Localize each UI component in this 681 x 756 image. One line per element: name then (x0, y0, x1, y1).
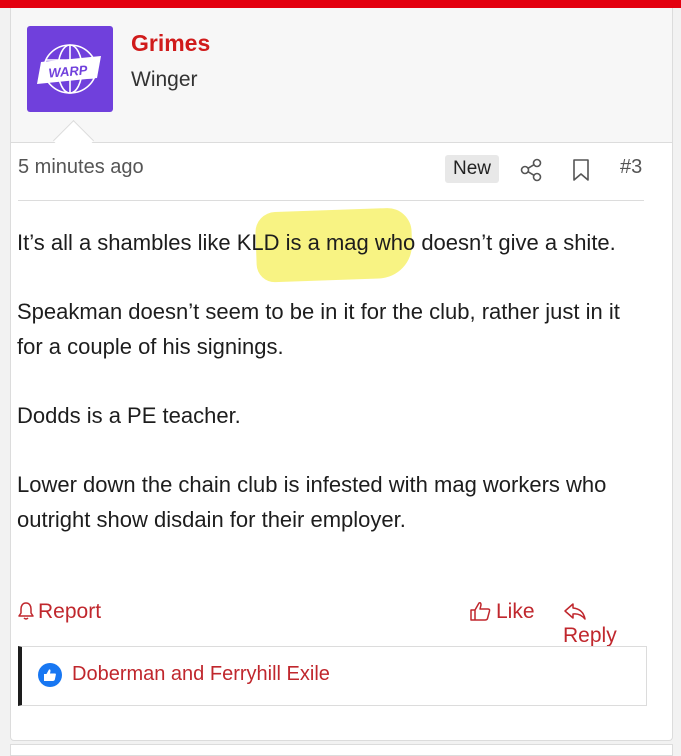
meta-divider (18, 200, 644, 201)
thumbs-up-icon (470, 602, 491, 621)
new-badge: New (445, 155, 500, 183)
post-paragraph: It’s all a shambles like KLD is a mag wh… (17, 230, 616, 255)
post-actions: Report Like Reply (18, 598, 644, 647)
reaction-users[interactable]: Doberman and Ferryhill Exile (72, 663, 330, 686)
share-icon[interactable] (520, 158, 542, 187)
post-paragraph: Dodds is a PE teacher. (17, 403, 241, 428)
warp-logo: WARP (37, 44, 101, 94)
top-accent-bar (0, 0, 681, 8)
reply-label: Reply (563, 624, 617, 647)
post-paragraph: Lower down the chain club is infested wi… (17, 472, 607, 532)
reply-icon (564, 603, 586, 620)
next-post-card-edge (10, 744, 673, 756)
reply-button[interactable]: Reply (563, 598, 644, 648)
username[interactable]: Grimes (131, 30, 210, 57)
post-number-link[interactable]: #3 (620, 156, 642, 179)
like-label: Like (496, 600, 535, 623)
like-reaction-icon (38, 663, 62, 687)
user-title: Winger (131, 68, 198, 91)
post-timestamp[interactable]: 5 minutes ago (18, 156, 144, 179)
report-button[interactable]: Report (18, 598, 101, 624)
avatar[interactable]: WARP (27, 26, 113, 112)
like-button[interactable]: Like (470, 598, 535, 624)
reactions-bar[interactable]: Doberman and Ferryhill Exile (18, 646, 647, 706)
bell-icon (18, 602, 34, 620)
post-paragraph: Speakman doesn’t seem to be in it for th… (17, 299, 620, 359)
user-info-panel: WARP Grimes Winger (11, 8, 672, 143)
post-body: It’s all a shambles like KLD is a mag wh… (17, 225, 647, 571)
post-meta: 5 minutes ago New #3 (18, 152, 644, 192)
bookmark-icon[interactable] (571, 158, 591, 187)
report-label: Report (38, 600, 102, 623)
